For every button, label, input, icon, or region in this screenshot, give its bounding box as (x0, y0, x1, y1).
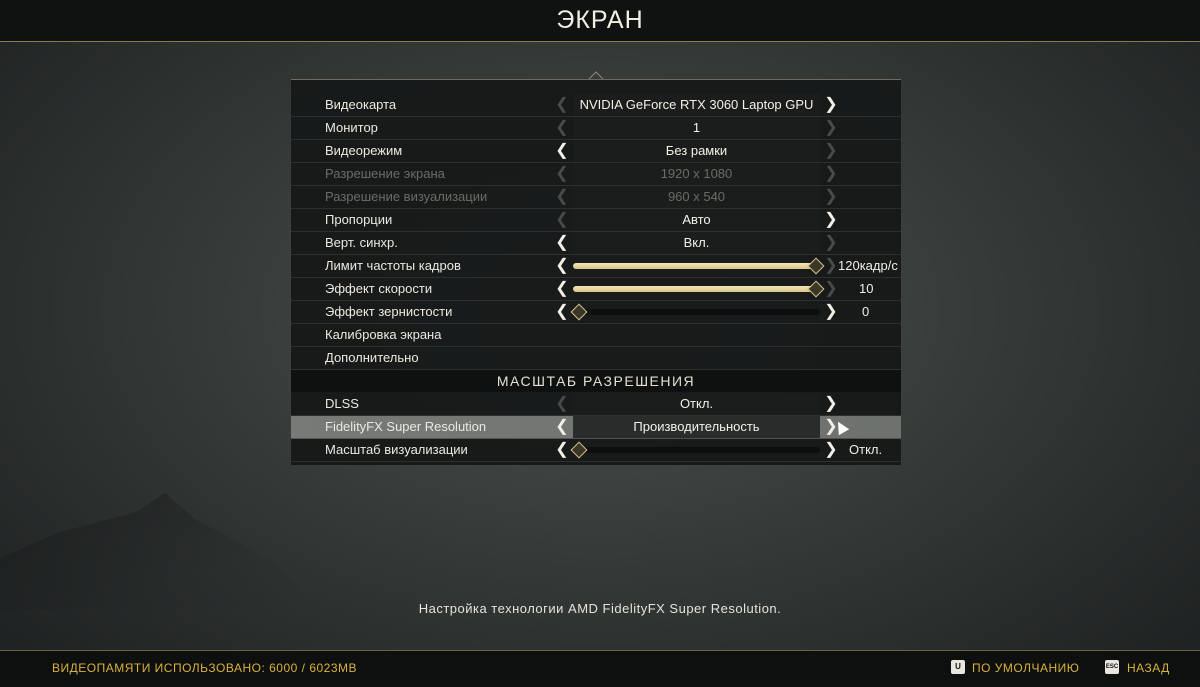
setting-row-screen-resolution: Разрешение экрана ❮ 1920 x 1080 ❯ (291, 163, 901, 186)
slider-knob-icon[interactable] (570, 303, 588, 321)
header-bar: ЭКРАН (0, 0, 1200, 42)
setting-row-display-mode[interactable]: Видеорежим ❮ Без рамки ❯ (291, 140, 901, 163)
setting-row-vsync[interactable]: Верт. синхр. ❮ Вкл. ❯ (291, 232, 901, 255)
arrow-left-icon[interactable]: ❮ (553, 278, 571, 300)
setting-row-film-grain[interactable]: Эффект зернистости ❮ ❯ 0 (291, 301, 901, 324)
arrow-left-icon: ❮ (555, 188, 569, 205)
arrow-right-icon[interactable]: ❯ (822, 117, 840, 139)
back-button[interactable]: НАЗАД (1127, 661, 1170, 675)
setting-row-fsr[interactable]: FidelityFX Super Resolution ❮ Производит… (291, 416, 901, 439)
panel-notch-icon (589, 71, 603, 79)
key-esc-icon[interactable]: ESC (1105, 660, 1119, 674)
setting-row-aspect-ratio[interactable]: Пропорции ❮ Авто ❯ (291, 209, 901, 232)
arrow-right-icon: ❯ (824, 188, 838, 205)
setting-value-box: Вкл. (573, 232, 820, 254)
arrow-left-icon[interactable]: ❮ (553, 255, 571, 277)
setting-value: 10 (859, 281, 874, 296)
slider-knob-icon[interactable] (570, 441, 588, 459)
settings-panel: Видеокарта ❮ NVIDIA GeForce RTX 3060 Lap… (291, 79, 901, 465)
vram-usage: ВИДЕОПАМЯТИ ИСПОЛЬЗОВАНО: 6000 / 6023MB (52, 661, 358, 675)
arrow-left-icon[interactable]: ❮ (553, 117, 571, 139)
setting-row-motion-blur[interactable]: Эффект скорости ❮ ❯ 10 (291, 278, 901, 301)
setting-value: Откл. (849, 442, 883, 457)
setting-value: Производительность (633, 419, 760, 434)
motion-blur-slider[interactable] (573, 280, 825, 298)
arrow-right-icon[interactable]: ❯ (822, 140, 840, 162)
arrow-right-icon[interactable]: ❯ (822, 278, 840, 300)
setting-label: DLSS (325, 396, 359, 411)
setting-value: 1920 x 1080 (660, 166, 733, 181)
arrow-right-icon: ❯ (824, 165, 838, 182)
setting-value-box: Откл. (573, 393, 820, 415)
setting-value: 960 x 540 (667, 189, 726, 204)
setting-value-box: 1920 x 1080 (573, 163, 820, 185)
defaults-button[interactable]: ПО УМОЛЧАНИЮ (972, 661, 1079, 675)
setting-value: Авто (682, 212, 711, 227)
setting-label: Калибровка экрана (325, 327, 442, 342)
arrow-left-icon[interactable]: ❮ (553, 439, 571, 461)
arrow-right-icon[interactable]: ❯ (822, 209, 840, 231)
setting-label: Разрешение экрана (325, 166, 445, 181)
setting-value-box: NVIDIA GeForce RTX 3060 Laptop GPU (573, 94, 820, 116)
setting-row-calibration[interactable]: Калибровка экрана (291, 324, 901, 347)
setting-value: Откл. (679, 396, 714, 411)
arrow-left-icon[interactable]: ❮ (553, 94, 571, 116)
section-header-resolution-scale: МАСШТАБ РАЗРЕШЕНИЯ (291, 370, 901, 392)
arrow-left-icon[interactable]: ❮ (553, 140, 571, 162)
arrow-left-icon[interactable]: ❮ (553, 416, 571, 438)
arrow-right-icon[interactable]: ❯ (822, 232, 840, 254)
slider-fill (573, 286, 820, 292)
setting-label: Разрешение визуализации (325, 189, 488, 204)
setting-description: Настройка технологии AMD FidelityFX Supe… (418, 601, 782, 616)
setting-label: Лимит частоты кадров (325, 258, 461, 273)
setting-value-box: Производительность (573, 416, 820, 438)
setting-value: 1 (692, 120, 701, 135)
setting-value-box: Без рамки (573, 140, 820, 162)
setting-value: 0 (862, 304, 870, 319)
arrow-right-icon[interactable]: ❯ (822, 439, 840, 461)
setting-label: Эффект зернистости (325, 304, 453, 319)
arrow-left-icon[interactable]: ❮ (553, 393, 571, 415)
setting-label: Монитор (325, 120, 378, 135)
arrow-right-icon[interactable]: ❯ (822, 301, 840, 323)
key-u-icon[interactable]: U (951, 660, 965, 674)
setting-label: Видеорежим (325, 143, 403, 158)
setting-value: NVIDIA GeForce RTX 3060 Laptop GPU (579, 97, 814, 112)
setting-label: Эффект скорости (325, 281, 433, 296)
arrow-right-icon[interactable]: ❯ (822, 393, 840, 415)
setting-label: Видеокарта (325, 97, 397, 112)
setting-value: Без рамки (665, 143, 728, 158)
setting-row-gpu[interactable]: Видеокарта ❮ NVIDIA GeForce RTX 3060 Lap… (291, 94, 901, 117)
setting-label: Верт. синхр. (325, 235, 398, 250)
setting-value-box: Авто (573, 209, 820, 231)
page-title: ЭКРАН (556, 6, 644, 34)
setting-row-dlss[interactable]: DLSS ❮ Откл. ❯ (291, 393, 901, 416)
arrow-right-icon[interactable]: ❯ (822, 94, 840, 116)
arrow-left-icon[interactable]: ❮ (553, 232, 571, 254)
film-grain-slider[interactable] (570, 303, 820, 321)
setting-label: Пропорции (325, 212, 393, 227)
setting-row-render-resolution: Разрешение визуализации ❮ 960 x 540 ❯ (291, 186, 901, 209)
setting-value-box: 1 (573, 117, 820, 139)
setting-row-advanced[interactable]: Дополнительно (291, 347, 901, 370)
slider-fill (573, 263, 820, 269)
setting-value: Вкл. (683, 235, 710, 250)
setting-row-fps-limit[interactable]: Лимит частоты кадров ❮ ❯ 120кадр/с (291, 255, 901, 278)
arrow-left-icon[interactable]: ❮ (553, 209, 571, 231)
setting-row-render-scale[interactable]: Масштаб визуализации ❮ ❯ Откл. (291, 439, 901, 462)
footer-bar: ВИДЕОПАМЯТИ ИСПОЛЬЗОВАНО: 6000 / 6023MB … (0, 650, 1200, 687)
setting-label: Масштаб визуализации (325, 442, 468, 457)
arrow-left-icon: ❮ (555, 165, 569, 182)
arrow-left-icon[interactable]: ❮ (553, 301, 571, 323)
fps-limit-slider[interactable] (573, 257, 825, 275)
setting-label: Дополнительно (325, 350, 419, 365)
setting-value: 120кадр/с (838, 258, 898, 273)
setting-value-box: 960 x 540 (573, 186, 820, 208)
render-scale-slider[interactable] (570, 441, 820, 459)
setting-row-monitor[interactable]: Монитор ❮ 1 ❯ (291, 117, 901, 140)
background-mountain (0, 493, 300, 610)
setting-label: FidelityFX Super Resolution (325, 419, 487, 434)
